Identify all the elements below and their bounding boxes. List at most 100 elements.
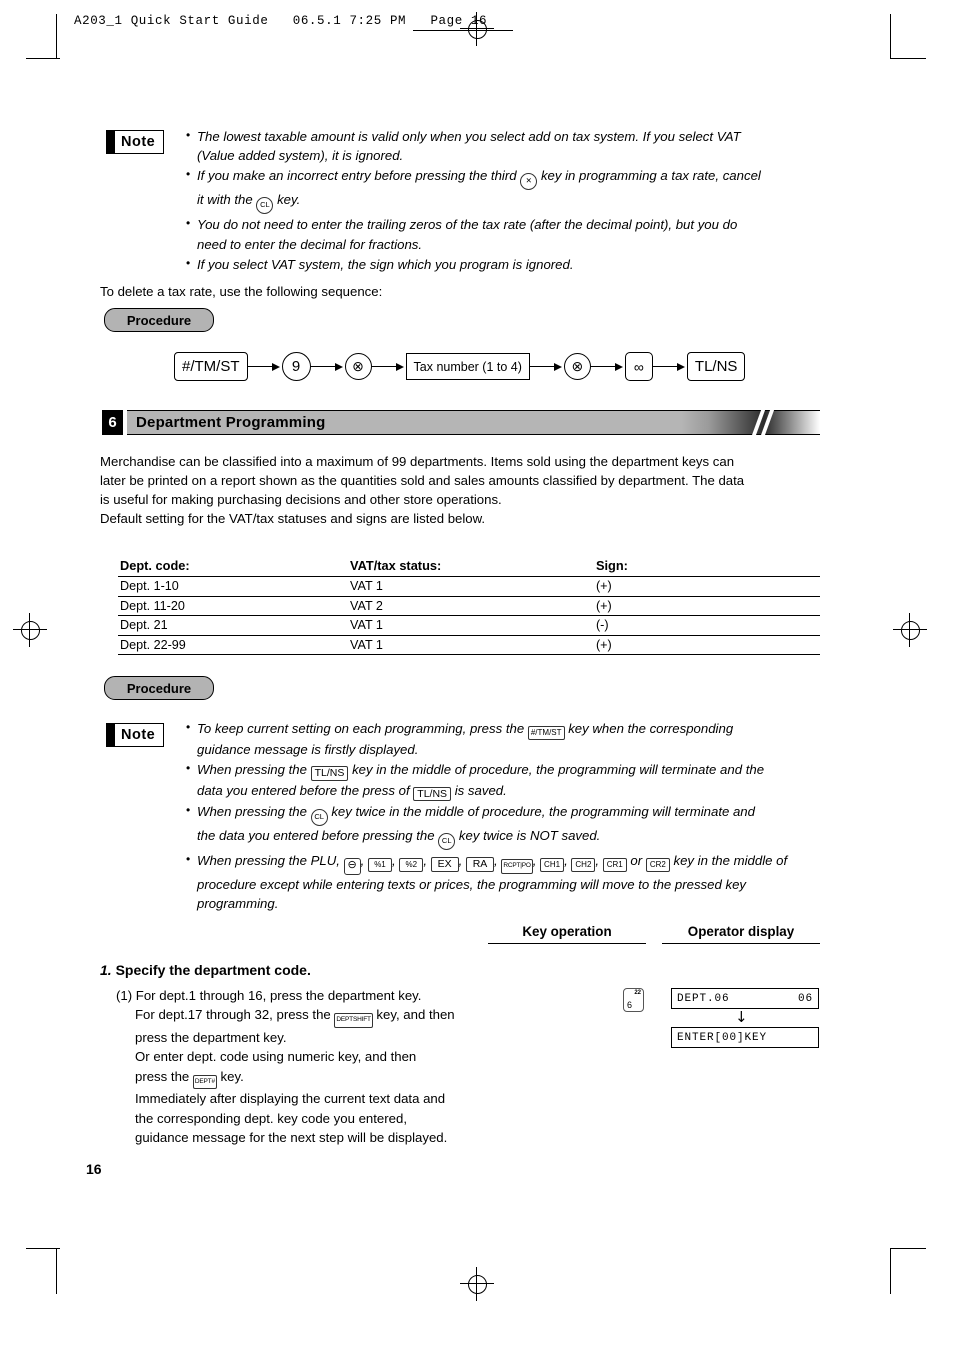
table-cell-vat-status: VAT 1: [348, 615, 594, 636]
step-item-marker: (1): [116, 988, 133, 1003]
step-line: (1) For dept.1 through 16, press the dep…: [116, 988, 422, 1003]
display-text: ENTER[00]KEY: [677, 1031, 768, 1044]
note-list-bottom: To keep current setting on each programm…: [186, 718, 822, 915]
page-canvas: A203_1 Quick Start Guide 06.5.1 7:25 PM …: [0, 0, 954, 1351]
note-item: When pressing the PLU, ⊖, %1, %2, EX, RA…: [186, 850, 822, 913]
crop-mark-bottom-left-vertical: [56, 1248, 57, 1294]
step-number: 1.: [100, 962, 112, 978]
key-cr1-icon: CR1: [602, 858, 627, 873]
column-header-operator-display: Operator display: [662, 924, 820, 944]
table-row: Dept. 11-20 VAT 2 (+): [118, 596, 820, 616]
flow-key-multiply-2[interactable]: ⊗: [563, 353, 591, 380]
table-cell-sign: (+): [593, 596, 820, 616]
step-title-text: Specify the department code.: [115, 962, 311, 978]
page-number: 16: [86, 1161, 102, 1177]
section-title-bar: Department Programming: [127, 409, 820, 439]
note-badge-label: Note: [121, 727, 156, 743]
flow-key-infinity[interactable]: ∞: [624, 352, 653, 381]
key-minus-icon: ⊖: [343, 858, 361, 876]
key-deptnum-icon: DEPT#: [192, 1074, 217, 1090]
flow-key-tmst[interactable]: #/TM/ST: [174, 352, 248, 381]
crop-mark-right-vertical: [890, 14, 891, 58]
crop-mark-bottom-right-horizontal: [890, 1248, 926, 1249]
step-line: Immediately after displaying the current…: [135, 1091, 446, 1107]
table-row: Dept. 21 VAT 1 (-): [118, 615, 820, 636]
key-tlns-icon: TL/NS: [310, 766, 349, 781]
table-cell-vat-status: VAT 1: [348, 635, 594, 655]
tax-delete-flow: #/TM/ST 9 ⊗ Tax number (1 to 4) ⊗ ∞ TL/N…: [174, 352, 746, 381]
crop-mark-bottom-left-horizontal: [26, 1248, 60, 1249]
section-header: 6 Department Programming: [102, 409, 820, 439]
decorative-slashes: [750, 409, 782, 439]
table-cell-sign: (+): [593, 576, 820, 597]
flow-arrow: [590, 362, 625, 372]
down-arrow-icon: ↓: [735, 1008, 748, 1026]
key-code: 6: [627, 1000, 633, 1010]
flow-key-multiply-1[interactable]: ⊗: [344, 353, 372, 380]
flow-arrow: [371, 362, 406, 372]
table-cell-dept-code: Dept. 11-20: [118, 596, 349, 616]
step-1-title: 1. Specify the department code.: [100, 962, 311, 978]
note-badge-top: Note: [106, 130, 165, 154]
table-header-row: Dept. code: VAT/tax status: Sign:: [118, 556, 820, 577]
step-1-body: (1) For dept.1 through 16, press the dep…: [116, 986, 496, 1147]
note-badge-bottom: Note: [106, 723, 165, 747]
crop-mark-top-right-horizontal: [890, 58, 926, 59]
table-row: Dept. 22-99 VAT 1 (+): [118, 635, 820, 655]
clear-key-icon: CL: [256, 197, 274, 215]
running-head: A203_1 Quick Start Guide 06.5.1 7:25 PM …: [74, 14, 488, 28]
section-title: Department Programming: [136, 414, 326, 431]
flow-arrow: [529, 362, 564, 372]
delete-tax-intro: To delete a tax rate, use the following …: [100, 284, 383, 299]
key-ch2-icon: CH2: [571, 858, 596, 873]
flow-arrow: [310, 362, 345, 372]
note-badge-bar: [107, 724, 115, 746]
step-line: For dept.17 through 32, press the DEPTSH…: [116, 1005, 496, 1028]
note-badge-bar: [107, 131, 115, 153]
step-line: press the department key.: [135, 1029, 287, 1045]
table-header-cell: VAT/tax status:: [348, 556, 594, 577]
table-cell-vat-status: VAT 2: [348, 596, 594, 616]
key-cr2-icon: CR2: [645, 858, 670, 873]
note-item: You do not need to enter the trailing ze…: [186, 214, 818, 253]
note-item: To keep current setting on each programm…: [186, 718, 822, 759]
procedure-badge-1: Procedure: [104, 308, 214, 332]
key-tlns-icon: TL/NS: [413, 786, 452, 802]
paragraph-line: Merchandise can be classified into a max…: [100, 454, 735, 469]
note-item: If you select VAT system, the sign which…: [186, 254, 818, 274]
display-text-right: 06: [797, 992, 813, 1005]
step-line: Or enter dept. code using numeric key, a…: [135, 1049, 417, 1065]
operator-display-second: ENTER[00]KEY: [671, 1027, 819, 1048]
flow-arrow: [652, 362, 687, 372]
key-rcptpo-icon: RCPT|PO: [501, 859, 533, 874]
table-cell-sign: (-): [593, 615, 820, 636]
key-percent1-icon: %1: [367, 858, 392, 873]
step-line: guidance message for the next step will …: [135, 1130, 448, 1146]
note-item: The lowest taxable amount is valid only …: [186, 126, 818, 165]
key-ra-icon: RA: [466, 857, 494, 872]
paragraph-line: is useful for making purchasing decision…: [100, 492, 502, 507]
flow-tax-number-box[interactable]: Tax number (1 to 4): [405, 353, 530, 380]
step-line: press the DEPT# key.: [116, 1067, 496, 1090]
key-tmst-icon: #/TM/ST: [527, 726, 565, 740]
department-defaults-table: Dept. code: VAT/tax status: Sign: Dept. …: [118, 556, 820, 655]
registration-mark-right: [893, 613, 927, 647]
column-header-key-operation: Key operation: [488, 924, 646, 944]
table-cell-dept-code: Dept. 21: [118, 615, 349, 636]
key-operation-dept6-icon[interactable]: 22 6: [623, 988, 644, 1012]
step-line: the corresponding dept. key code you ent…: [135, 1110, 407, 1126]
flow-key-tlns[interactable]: TL/NS: [686, 352, 746, 381]
table-cell-dept-code: Dept. 1-10: [118, 576, 349, 597]
multiply-circle-icon: ✕: [520, 173, 538, 191]
operator-display-first: DEPT.06 06: [671, 988, 819, 1009]
note-badge-label: Note: [121, 134, 156, 150]
clear-key-icon: CL: [310, 809, 328, 827]
note-item: When pressing the CL key twice in the mi…: [186, 801, 822, 851]
key-deptshift-icon: DEPTSHIFT: [334, 1013, 373, 1028]
table-cell-dept-code: Dept. 22-99: [118, 635, 349, 655]
table-header-cell: Sign:: [593, 556, 820, 577]
clear-key-icon: CL: [438, 833, 456, 851]
crop-mark-bottom-right-vertical: [890, 1248, 891, 1294]
flow-key-9[interactable]: 9: [281, 352, 311, 381]
registration-mark-left: [13, 613, 47, 647]
